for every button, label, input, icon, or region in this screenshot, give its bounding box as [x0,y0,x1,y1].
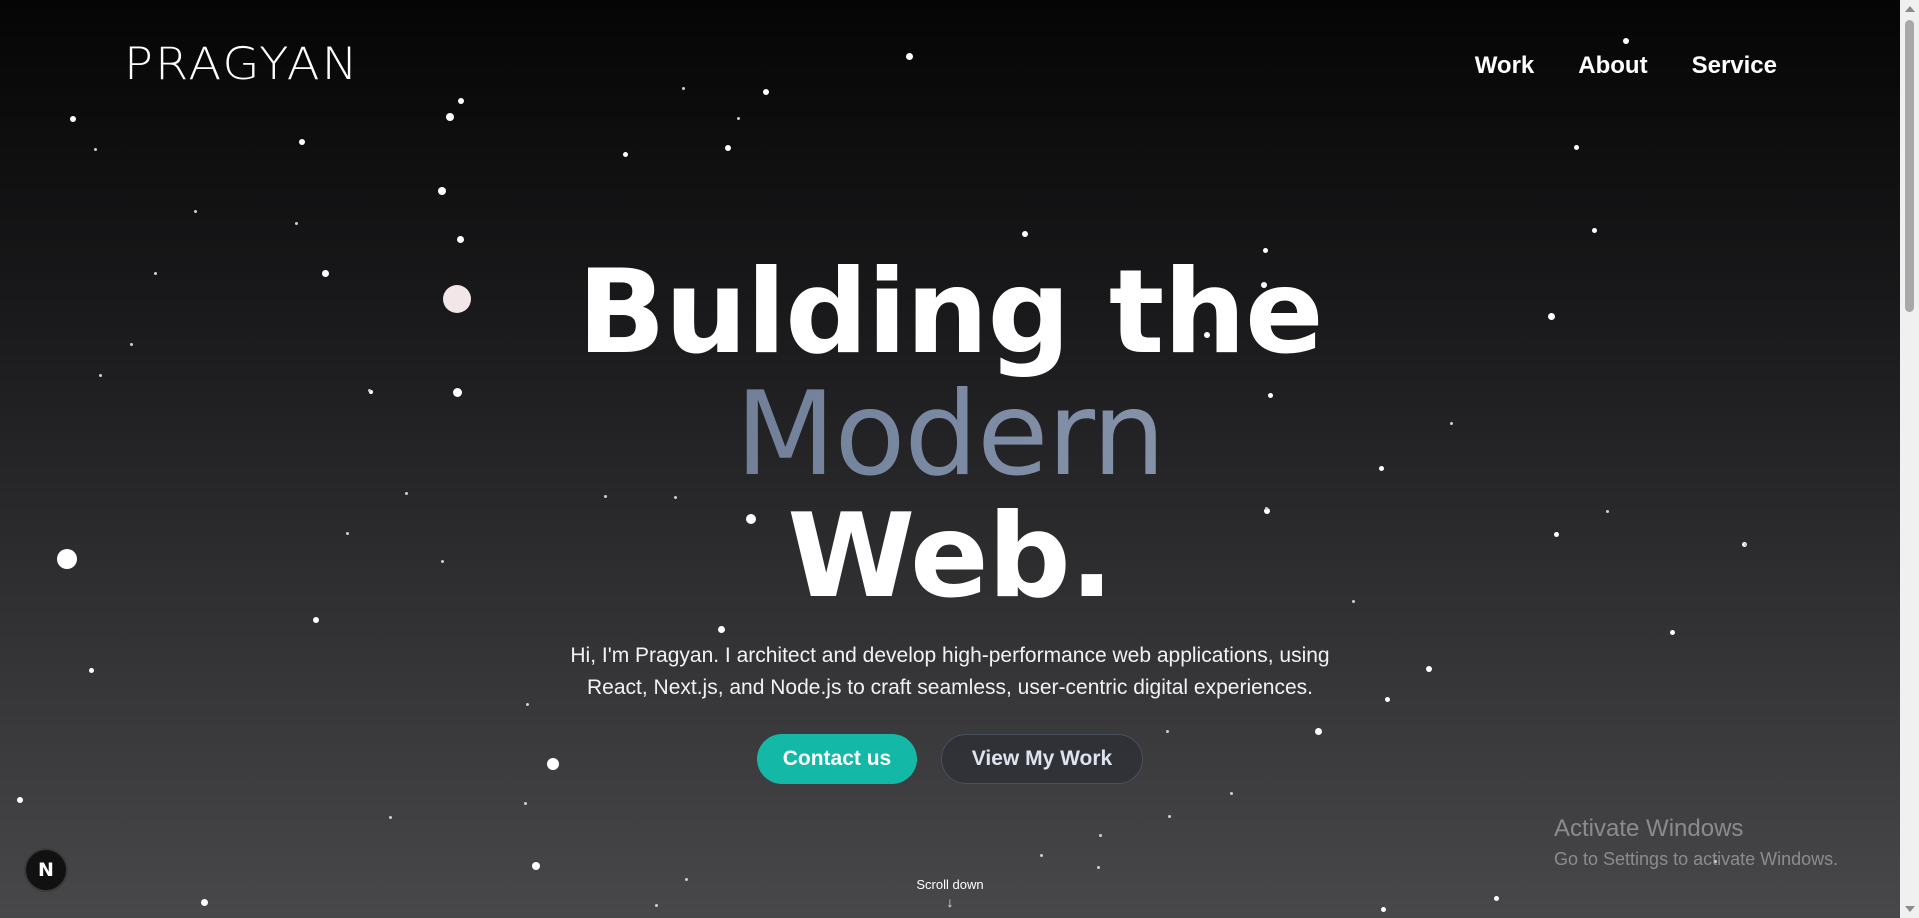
star [446,113,454,121]
hero-headline: Bulding the Modern Web. [0,252,1900,618]
star [1592,228,1597,233]
scroll-down-arrow-icon[interactable] [1905,906,1915,912]
scroll-down-label: Scroll down [916,877,984,892]
star [194,210,197,213]
star [295,222,298,225]
star [389,816,392,819]
nextjs-icon[interactable]: N [24,848,68,892]
headline-line-1: Bulding the [577,245,1323,380]
page-scrollbar[interactable] [1900,0,1919,918]
scrollbar-thumb[interactable] [1905,20,1914,312]
scroll-up-arrow-icon[interactable] [1905,6,1915,12]
star [458,98,464,104]
star [532,862,540,870]
view-my-work-button[interactable]: View My Work [941,734,1143,784]
cta-buttons: Contact us View My Work [0,734,1900,784]
hero-subtitle: Hi, I'm Pragyan. I architect and develop… [570,644,1330,699]
hero-section: Bulding the Modern Web. Hi, I'm Pragyan.… [0,252,1900,784]
star [1168,815,1171,818]
scroll-down-hint[interactable]: Scroll down ↓ [0,877,1900,910]
windows-activation-watermark: Activate Windows Go to Settings to activ… [1554,814,1838,872]
star [1623,38,1629,44]
star [906,53,913,60]
star [1040,854,1043,857]
headline-line-2: Modern [0,374,1900,496]
star [1099,834,1102,837]
star [737,117,740,120]
nav-link-about[interactable]: About [1578,52,1647,80]
star [1022,231,1028,237]
star [299,139,305,145]
watermark-title: Activate Windows [1554,815,1744,842]
star [682,87,685,90]
star [457,236,464,243]
star [1097,866,1100,869]
nav-link-service[interactable]: Service [1692,52,1777,80]
main-nav: Work About Service [1475,52,1777,80]
star [94,148,97,151]
star [438,187,446,195]
star [1230,792,1233,795]
star [763,89,769,95]
star [623,152,628,157]
site-logo[interactable]: PRAGYAN [124,42,359,86]
star [17,797,23,803]
contact-us-button[interactable]: Contact us [757,734,917,784]
star [1574,145,1579,150]
watermark-subtitle: Go to Settings to activate Windows. [1554,849,1839,869]
arrow-down-icon: ↓ [946,894,954,910]
star [70,116,76,122]
headline-line-3: Web. [787,489,1114,624]
nav-link-work[interactable]: Work [1475,52,1535,80]
star [725,145,731,151]
star [524,802,527,805]
portfolio-page: PRAGYAN Work About Service Bulding the M… [0,0,1919,918]
